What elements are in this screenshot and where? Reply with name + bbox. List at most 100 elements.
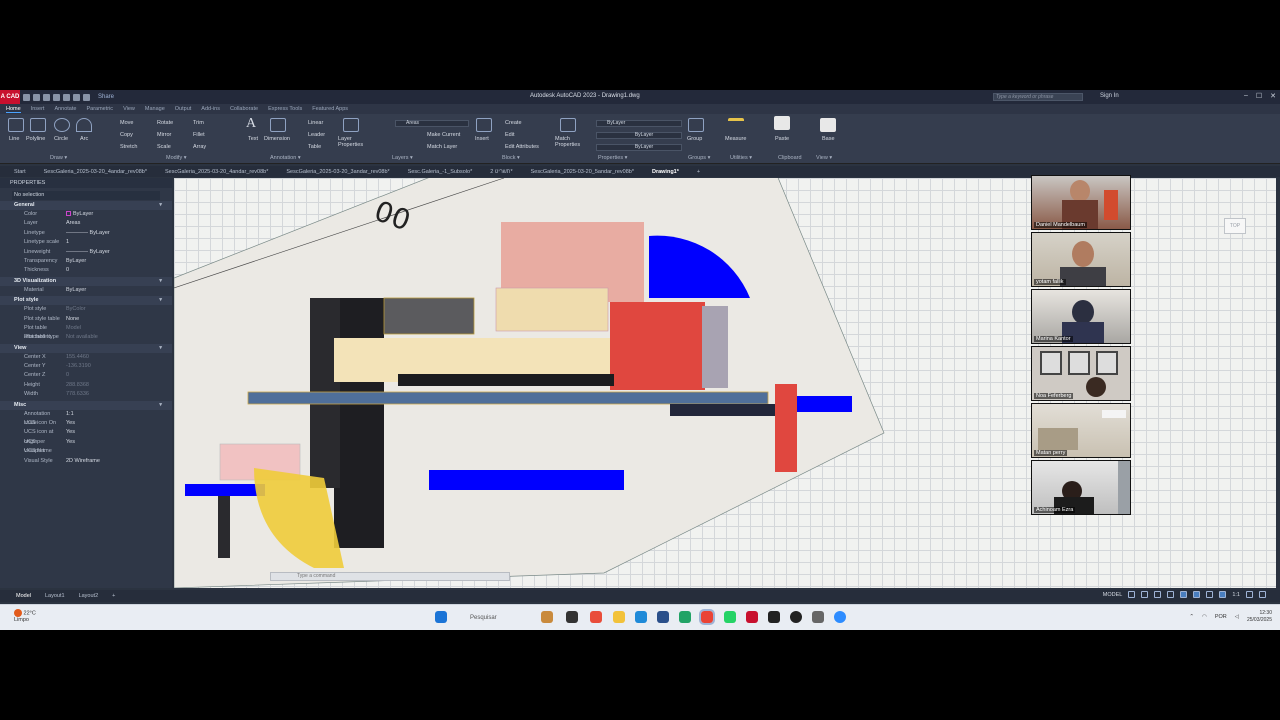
new-file-icon[interactable] xyxy=(23,93,30,101)
color-dropdown[interactable]: ByLayer xyxy=(596,120,682,127)
edit-attributes-button[interactable]: Edit Attributes xyxy=(505,144,539,150)
paste-button[interactable]: Paste xyxy=(775,136,789,142)
widgets-icon[interactable] xyxy=(541,611,553,623)
chrome-icon[interactable] xyxy=(590,611,602,623)
otrack-icon[interactable] xyxy=(1193,591,1201,598)
annotation-panel-label[interactable]: Annotation ▾ xyxy=(270,155,301,161)
chrome-active-icon[interactable] xyxy=(699,609,715,625)
dimension-icon[interactable] xyxy=(270,118,286,132)
match-properties-icon[interactable] xyxy=(560,118,576,132)
property-row[interactable]: Plot style table None xyxy=(0,315,172,324)
share-button[interactable]: Share xyxy=(98,94,114,100)
property-row[interactable]: UCS icon On Yes xyxy=(0,419,172,428)
file-explorer-icon[interactable] xyxy=(613,611,625,623)
volume-icon[interactable]: ◁ xyxy=(1235,614,1239,620)
table-button[interactable]: Table xyxy=(308,144,321,150)
ortho-icon[interactable] xyxy=(1154,591,1162,598)
property-row[interactable]: Linetype ———— ByLayer xyxy=(0,229,172,238)
property-row[interactable]: UCS icon at origin Yes xyxy=(0,428,172,444)
circle-button[interactable]: Circle xyxy=(54,136,68,142)
tab-insert[interactable]: Insert xyxy=(31,106,45,112)
tab-annotate[interactable]: Annotate xyxy=(54,106,76,112)
line-icon[interactable] xyxy=(8,118,24,132)
tab-view[interactable]: View xyxy=(123,106,135,112)
line-button[interactable]: Line xyxy=(9,136,19,142)
utilities-panel-label[interactable]: Utilities ▾ xyxy=(730,155,752,161)
make-current-button[interactable]: Make Current xyxy=(427,132,460,138)
app-icon[interactable] xyxy=(790,611,802,623)
file-tab[interactable]: תשריט 2* xyxy=(490,169,512,175)
measure-button[interactable]: Measure xyxy=(725,136,746,142)
gear-icon[interactable] xyxy=(1246,591,1253,598)
scale-button[interactable]: Scale xyxy=(157,144,171,150)
match-properties-button[interactable]: Match Properties xyxy=(555,136,585,148)
file-tab[interactable]: SescGaleria_2025-03-20_5andar_rev08b* xyxy=(531,169,634,175)
property-row[interactable]: Plot table attached to Model xyxy=(0,324,172,340)
file-tab[interactable]: Sesc.Galeria_-1_Subsolo* xyxy=(408,169,473,175)
dimension-button[interactable]: Dimension xyxy=(264,136,290,142)
section-view[interactable]: View xyxy=(0,343,172,353)
new-tab-icon[interactable]: + xyxy=(697,169,700,175)
language-indicator[interactable]: POR xyxy=(1215,614,1227,620)
annotation-scale[interactable]: 1:1 xyxy=(1232,592,1240,598)
autocad-logo[interactable]: A CAD xyxy=(0,90,20,104)
tab-output[interactable]: Output xyxy=(175,106,192,112)
polar-icon[interactable] xyxy=(1167,591,1175,598)
property-row[interactable]: Plot table type Not available xyxy=(0,333,172,342)
arc-icon[interactable] xyxy=(76,118,92,132)
property-row[interactable]: Center Z 0 xyxy=(0,371,172,380)
fillet-button[interactable]: Fillet xyxy=(193,132,205,138)
command-line[interactable]: Type a command xyxy=(270,572,510,581)
file-tab[interactable]: SescGaleria_2025-03-20_4andar_rev08b* xyxy=(165,169,268,175)
file-tab[interactable]: SescGaleria_2025-03-20_4andar_rev08b* xyxy=(44,169,147,175)
windows-start-icon[interactable] xyxy=(435,611,447,623)
properties-panel-label[interactable]: Properties ▾ xyxy=(598,155,627,161)
tab-parametric[interactable]: Parametric xyxy=(86,106,113,112)
property-row[interactable]: Linetype scale 1 xyxy=(0,238,172,247)
chevron-up-icon[interactable]: ⌃ xyxy=(1189,614,1194,620)
tab-layout1[interactable]: Layout1 xyxy=(45,593,65,599)
snap-icon[interactable] xyxy=(1141,591,1149,598)
tab-layout2[interactable]: Layout2 xyxy=(79,593,99,599)
property-row[interactable]: Center X 155.4460 xyxy=(0,353,172,362)
minimize-icon[interactable]: – xyxy=(1244,92,1248,100)
view-panel-label[interactable]: View ▾ xyxy=(816,155,832,161)
property-row[interactable]: UCS per viewport Yes xyxy=(0,438,172,454)
clipboard-panel-label[interactable]: Clipboard xyxy=(778,155,802,161)
polyline-button[interactable]: Polyline xyxy=(26,136,45,142)
section-plot-style[interactable]: Plot style xyxy=(0,296,172,306)
insert-button[interactable]: Insert xyxy=(475,136,489,142)
annotation-visibility-icon[interactable] xyxy=(1219,591,1227,598)
layer-properties-button[interactable]: Layer Properties xyxy=(338,136,366,148)
mirror-button[interactable]: Mirror xyxy=(157,132,171,138)
help-search-input[interactable]: Type a keyword or phrase xyxy=(993,93,1083,101)
measure-icon[interactable] xyxy=(728,118,744,132)
lineweight-dropdown[interactable]: ByLayer xyxy=(596,144,682,151)
property-row[interactable]: Lineweight ———— ByLayer xyxy=(0,248,172,257)
undo-icon[interactable] xyxy=(73,93,80,101)
group-button[interactable]: Group xyxy=(687,136,702,142)
zoom-icon[interactable] xyxy=(834,611,846,623)
taskbar-search[interactable]: Pesquisar xyxy=(456,612,534,624)
property-row[interactable]: Material ByLayer xyxy=(0,286,172,295)
file-tab-start[interactable]: Start xyxy=(14,169,26,175)
clock[interactable]: 12:30 25/03/2025 xyxy=(1247,610,1272,624)
maximize-icon[interactable]: ☐ xyxy=(1256,92,1262,100)
trim-button[interactable]: Trim xyxy=(193,120,204,126)
save-icon[interactable] xyxy=(43,93,50,101)
task-view-icon[interactable] xyxy=(566,611,578,623)
property-row[interactable]: Thickness 0 xyxy=(0,266,172,275)
layers-panel-label[interactable]: Layers ▾ xyxy=(392,155,413,161)
app-icon[interactable] xyxy=(768,611,780,623)
property-row[interactable]: Visual Style 2D Wireframe xyxy=(0,457,172,466)
section-3d-visualization[interactable]: 3D Visualization xyxy=(0,276,172,286)
paste-icon[interactable] xyxy=(774,116,790,130)
group-icon[interactable] xyxy=(688,118,704,132)
arc-button[interactable]: Arc xyxy=(80,136,88,142)
tab-featured-apps[interactable]: Featured Apps xyxy=(312,106,348,112)
save-as-icon[interactable] xyxy=(53,93,60,101)
circle-icon[interactable] xyxy=(54,118,70,132)
whatsapp-icon[interactable] xyxy=(724,611,736,623)
property-row[interactable]: Width 778.6336 xyxy=(0,390,172,399)
property-row[interactable]: Transparency ByLayer xyxy=(0,257,172,266)
